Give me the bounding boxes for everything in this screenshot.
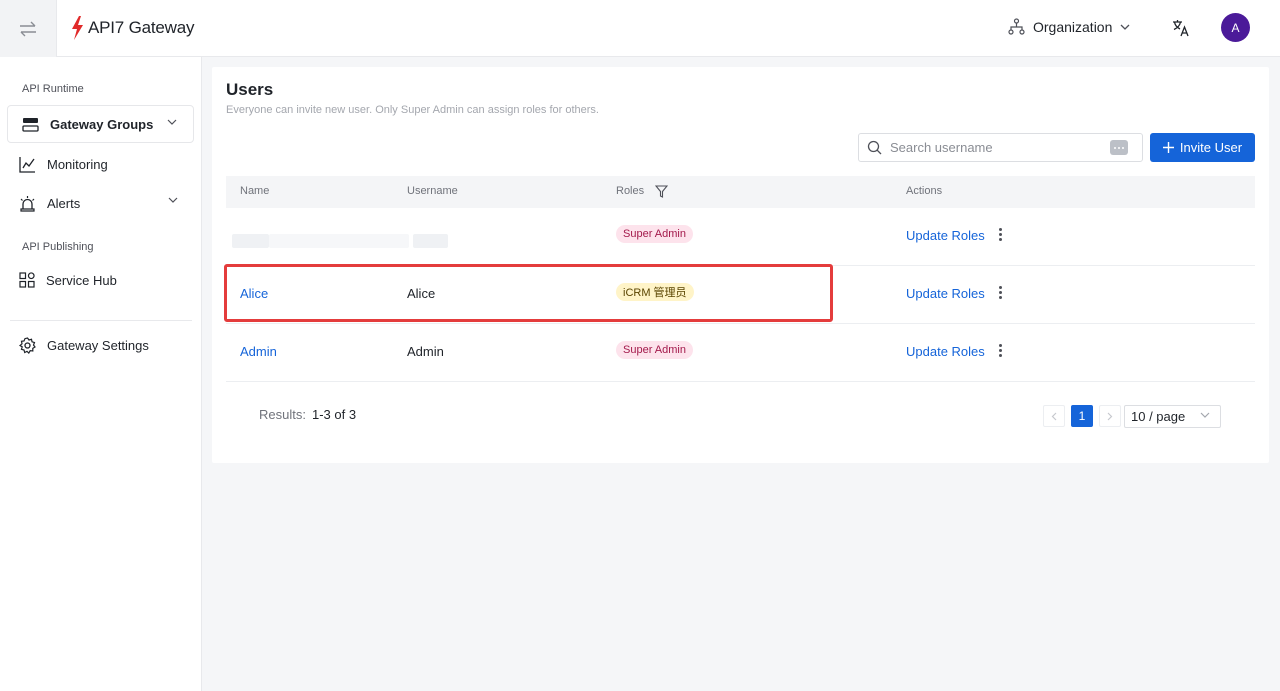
sidebar-item-label: Gateway Settings <box>47 337 149 353</box>
sidebar-item-service-hub[interactable]: Service Hub <box>7 261 194 299</box>
sidebar-item-monitoring[interactable]: Monitoring <box>7 145 194 183</box>
invite-user-button[interactable]: Invite User <box>1150 133 1255 162</box>
sidebar-item-gateway-settings[interactable]: Gateway Settings <box>7 326 194 364</box>
bolt-logo-icon <box>72 16 83 40</box>
filter-icon[interactable] <box>655 185 668 198</box>
table-header: Name Username Roles Actions <box>226 176 1255 208</box>
sidebar-item-gateway-groups[interactable]: Gateway Groups <box>7 105 194 143</box>
chevron-down-icon <box>167 119 177 125</box>
more-actions-icon[interactable] <box>998 286 1002 299</box>
update-roles-link[interactable]: Update Roles <box>906 286 985 301</box>
page-number-button[interactable]: 1 <box>1071 405 1093 427</box>
pagination: 1 <box>1043 405 1121 427</box>
redacted-name <box>232 234 269 248</box>
page-subtitle: Everyone can invite new user. Only Super… <box>226 104 599 116</box>
more-options-icon[interactable] <box>1110 140 1128 155</box>
grid-apps-icon <box>19 272 35 288</box>
app-logo[interactable]: API7 Gateway <box>70 16 194 40</box>
table-row: Super Admin Update Roles <box>226 208 1255 266</box>
sidebar-item-label: Monitoring <box>47 156 108 172</box>
chevron-down-icon <box>1200 412 1210 418</box>
more-actions-icon[interactable] <box>998 228 1002 241</box>
column-header-name: Name <box>240 185 270 197</box>
next-page-button[interactable] <box>1099 405 1121 427</box>
search-field[interactable] <box>858 133 1143 162</box>
chevron-right-icon <box>1107 412 1113 420</box>
results-summary: Results: 1-3 of 3 <box>259 407 356 422</box>
results-value: 1-3 of 3 <box>311 407 357 422</box>
menu-toggle-button[interactable] <box>0 0 57 57</box>
redacted-name-tail <box>269 234 409 248</box>
user-name-link[interactable]: Admin <box>240 344 277 359</box>
search-input[interactable] <box>890 140 1100 155</box>
sidebar-item-label: Gateway Groups <box>50 116 154 132</box>
logo-text: API7 Gateway <box>88 18 195 37</box>
organization-label: Organization <box>1033 18 1113 35</box>
org-tree-icon <box>1008 18 1025 35</box>
chevron-down-icon <box>1120 24 1130 30</box>
sidebar-divider <box>10 320 192 321</box>
sidebar-item-label: Service Hub <box>46 272 117 288</box>
gear-icon <box>19 336 36 354</box>
translate-button[interactable] <box>1172 19 1190 42</box>
page-title: Users <box>226 80 274 99</box>
more-actions-icon[interactable] <box>998 344 1002 357</box>
translate-icon <box>1173 20 1189 37</box>
role-badge: Super Admin <box>616 225 693 243</box>
user-avatar[interactable]: A <box>1221 13 1250 42</box>
sidebar-item-alerts[interactable]: Alerts <box>7 184 194 222</box>
chevron-down-icon <box>168 197 178 203</box>
swap-arrows-icon <box>20 21 36 36</box>
top-header: API7 Gateway Organization A <box>0 0 1280 57</box>
username-cell: Admin <box>407 344 444 359</box>
role-badge: Super Admin <box>616 341 693 359</box>
page-size-value: 10 / page <box>1131 409 1186 424</box>
redacted-username <box>413 234 448 248</box>
plus-icon <box>1162 142 1174 153</box>
column-header-username: Username <box>407 185 458 197</box>
highlight-box <box>224 264 833 322</box>
alarm-light-icon <box>20 195 35 212</box>
column-header-actions: Actions <box>906 185 943 197</box>
page-size-select[interactable]: 10 / page <box>1124 405 1221 428</box>
search-icon <box>867 140 882 155</box>
update-roles-link[interactable]: Update Roles <box>906 228 985 243</box>
column-header-roles: Roles <box>616 185 645 197</box>
results-label: Results: <box>259 407 306 422</box>
sidebar: API Runtime Gateway Groups Monitoring Al… <box>0 57 202 691</box>
section-label-runtime: API Runtime <box>22 83 84 95</box>
table-row: Admin Admin Super Admin Update Roles <box>226 324 1255 382</box>
server-icon <box>22 117 39 132</box>
update-roles-link[interactable]: Update Roles <box>906 344 985 359</box>
prev-page-button[interactable] <box>1043 405 1065 427</box>
chevron-left-icon <box>1051 412 1057 420</box>
organization-dropdown[interactable]: Organization <box>1008 18 1130 35</box>
sidebar-item-label: Alerts <box>47 195 81 211</box>
invite-user-label: Invite User <box>1179 140 1243 155</box>
section-label-publishing: API Publishing <box>22 241 94 253</box>
chart-line-icon <box>19 156 35 173</box>
